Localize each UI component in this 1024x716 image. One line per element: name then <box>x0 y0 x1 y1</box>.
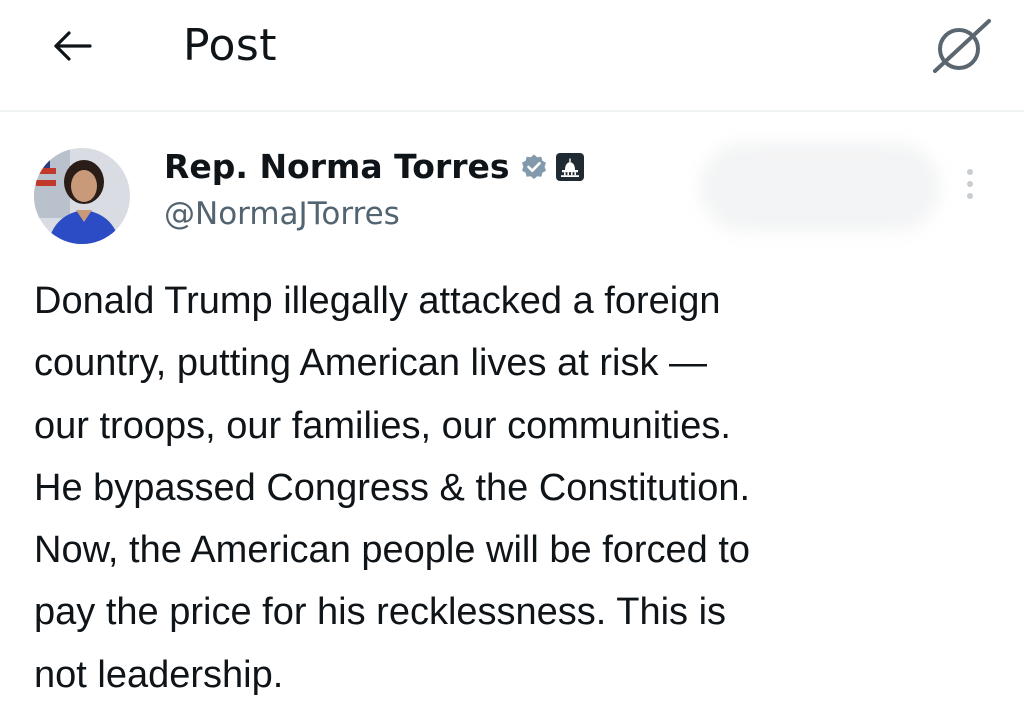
grok-button[interactable] <box>926 14 998 78</box>
page-title: Post <box>183 20 278 71</box>
author-display-name[interactable]: Rep. Norma Torres <box>164 144 510 190</box>
back-button[interactable] <box>40 18 104 74</box>
author-name-row: Rep. Norma Torres <box>164 144 584 190</box>
author-avatar[interactable] <box>34 148 130 244</box>
government-affiliation-icon[interactable] <box>555 153 584 181</box>
blurred-area <box>700 142 940 232</box>
verified-badge-icon[interactable] <box>520 153 548 181</box>
top-bar: Post <box>0 0 1024 112</box>
post-text: Donald Trump illegally attacked a foreig… <box>34 280 751 696</box>
more-options-button[interactable] <box>950 160 990 208</box>
author-handle[interactable]: @NormaJTorres <box>164 193 400 235</box>
avatar-image <box>34 148 130 244</box>
more-vertical-icon <box>967 169 973 175</box>
arrow-left-icon <box>54 31 92 61</box>
grok-icon <box>933 19 991 73</box>
